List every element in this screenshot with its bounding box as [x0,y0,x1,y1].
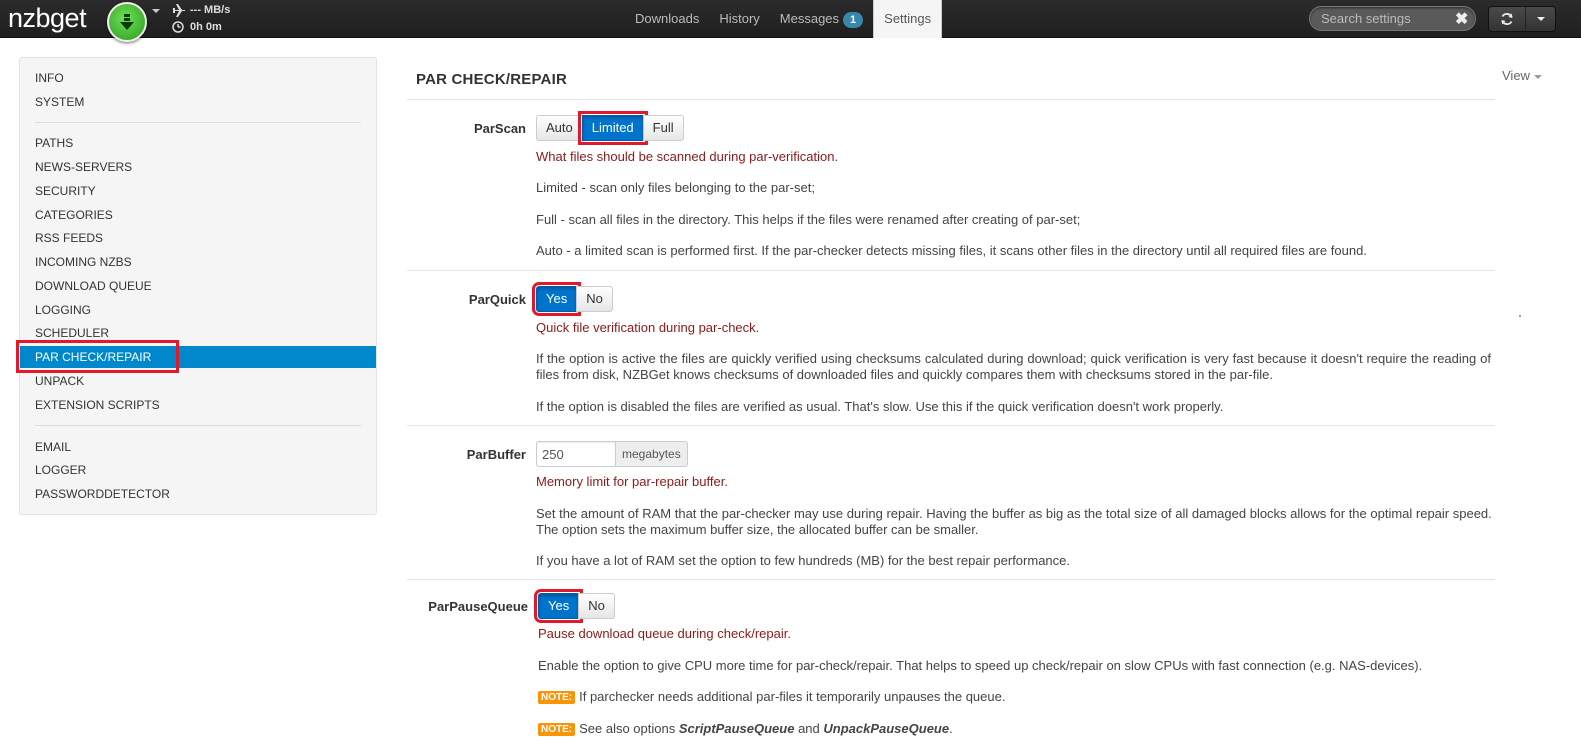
section-divider [407,99,1495,100]
sidebar-item-incoming-nzbs[interactable]: INCOMING NZBS [20,251,376,273]
sidebar-item-scheduler[interactable]: SCHEDULER [20,322,376,344]
parbuffer-desc-hint: If you have a lot of RAM set the option … [536,553,1070,568]
parquick-label: ParQuick [468,292,526,307]
sidebar-item-download-queue[interactable]: DOWNLOAD QUEUE [20,275,376,297]
view-menu[interactable]: View [1502,68,1542,83]
option-link-scriptpausequeue[interactable]: ScriptPauseQueue [679,721,795,736]
sidebar-item-logger[interactable]: LOGGER [20,459,376,481]
app-logo[interactable]: nzbget [8,3,87,34]
parscan-full-button[interactable]: Full [642,115,684,141]
parpausequeue-short-desc: Pause download queue during check/repair… [538,626,791,641]
note-label: NOTE: [538,723,576,736]
parscan-limited-button[interactable]: Limited [577,111,648,145]
parbuffer-unit: megabytes [616,441,688,467]
download-menu-caret-icon[interactable] [152,9,160,13]
refresh-menu-button[interactable] [1525,7,1555,31]
time-indicator: 0h 0m [172,21,222,36]
download-toggle-button[interactable] [107,2,147,42]
sidebar-item-par-check-repair[interactable]: PAR CHECK/REPAIR [16,340,376,373]
sidebar-item-paths[interactable]: PATHS [20,132,376,154]
sidebar-item-logging[interactable]: LOGGING [20,299,376,321]
section-divider [407,425,1495,426]
settings-sidebar: INFO SYSTEM PATHS NEWS-SERVERS SECURITY … [16,57,377,515]
search-input[interactable] [1319,10,1449,27]
note-text: . [949,721,953,736]
parscan-desc-limited: Limited - scan only files belonging to t… [536,180,815,195]
download-arrow-icon [120,14,134,30]
parpausequeue-no-button[interactable]: No [578,593,615,619]
sidebar-item-news-servers[interactable]: NEWS-SERVERS [20,156,376,178]
refresh-button-group [1488,6,1556,32]
refresh-button[interactable] [1489,7,1525,31]
speed-text: --- MB/s [190,4,231,16]
search-box: ✖ [1309,6,1476,31]
speed-indicator: --- MB/s [172,4,230,20]
tab-messages[interactable]: Messages 1 [770,0,873,38]
parscan-short-desc: What files should be scanned during par-… [536,149,839,164]
parbuffer-input[interactable] [536,441,616,467]
parscan-button-group: Auto Limited Full [536,111,684,145]
parquick-yes-button[interactable]: Yes [531,282,582,316]
navbar: nzbget --- MB/s 0h 0m Downloads History … [0,0,1581,42]
parpausequeue-label: ParPauseQueue [428,599,528,614]
sidebar-item-email[interactable]: EMAIL [20,436,376,458]
tab-downloads[interactable]: Downloads [625,0,709,38]
parpausequeue-note-2: NOTE: See also options ScriptPauseQueue a… [538,721,1493,737]
parscan-label: ParScan [473,121,526,136]
refresh-icon [1501,13,1513,25]
parpausequeue-note-1: NOTE: If parchecker needs additional par-… [538,689,1493,705]
parquick-desc-active: If the option is active the files are qu… [536,351,1491,382]
parbuffer-desc-ram: Set the amount of RAM that the par-check… [536,506,1492,537]
section-divider [407,270,1495,271]
sidebar-item-system[interactable]: SYSTEM [20,91,376,113]
section-divider [407,579,1495,580]
page-title: PAR CHECK/REPAIR [416,71,567,88]
messages-count-badge: 1 [843,12,864,28]
clock-icon [172,21,184,33]
sidebar-item-security[interactable]: SECURITY [20,180,376,202]
note-text: and [794,721,824,736]
sidebar-item-categories[interactable]: CATEGORIES [20,204,376,226]
parbuffer-input-group: megabytes [536,441,688,467]
logo-text: nzbget [8,3,87,33]
parquick-no-button[interactable]: No [576,286,613,312]
option-link-unpackpausequeue[interactable]: UnpackPauseQueue [823,721,949,736]
parbuffer-short-desc: Memory limit for par-repair buffer. [536,474,728,489]
parpausequeue-button-group: Yes No [533,589,615,623]
chevron-down-icon [1533,74,1542,79]
view-menu-label: View [1502,68,1530,83]
tab-history[interactable]: History [709,0,769,38]
sidebar-divider [35,425,361,426]
parscan-auto-button[interactable]: Auto [536,115,583,141]
parpausequeue-desc-cpu: Enable the option to give CPU more time … [538,658,1423,673]
sidebar-item-rss-feeds[interactable]: RSS FEEDS [20,227,376,249]
parscan-desc-full: Full - scan all files in the directory. … [536,212,1081,227]
clear-search-icon[interactable]: ✖ [1455,9,1468,29]
sidebar-item-info[interactable]: INFO [20,67,376,89]
sidebar-highlight-box [16,340,179,373]
sidebar-item-extension-scripts[interactable]: EXTENSION SCRIPTS [20,394,376,416]
sidebar-item-passworddetector[interactable]: PASSWORDDETECTOR [20,483,376,505]
parquick-desc-disabled: If the option is disabled the files are … [536,399,1224,414]
parquick-button-group: Yes No [531,282,613,316]
airplane-icon [173,4,185,17]
sidebar-divider [35,122,361,123]
sidebar-item-unpack[interactable]: UNPACK [20,370,376,392]
parpausequeue-yes-button[interactable]: Yes [533,589,584,623]
parscan-desc-auto: Auto - a limited scan is performed first… [536,243,1367,258]
parquick-short-desc: Quick file verification during par-check… [536,320,760,335]
tab-messages-label: Messages [779,11,840,26]
note-text: If parchecker needs additional par-files… [579,689,1006,704]
tab-settings[interactable]: Settings [873,0,943,38]
parbuffer-label: ParBuffer [466,447,526,462]
time-text: 0h 0m [190,21,222,33]
chevron-down-icon [1536,17,1545,21]
note-text: See also options [579,721,679,736]
stray-dot [1519,315,1521,317]
note-label: NOTE: [538,691,576,704]
main-nav: Downloads History Messages 1 Settings [625,0,943,38]
